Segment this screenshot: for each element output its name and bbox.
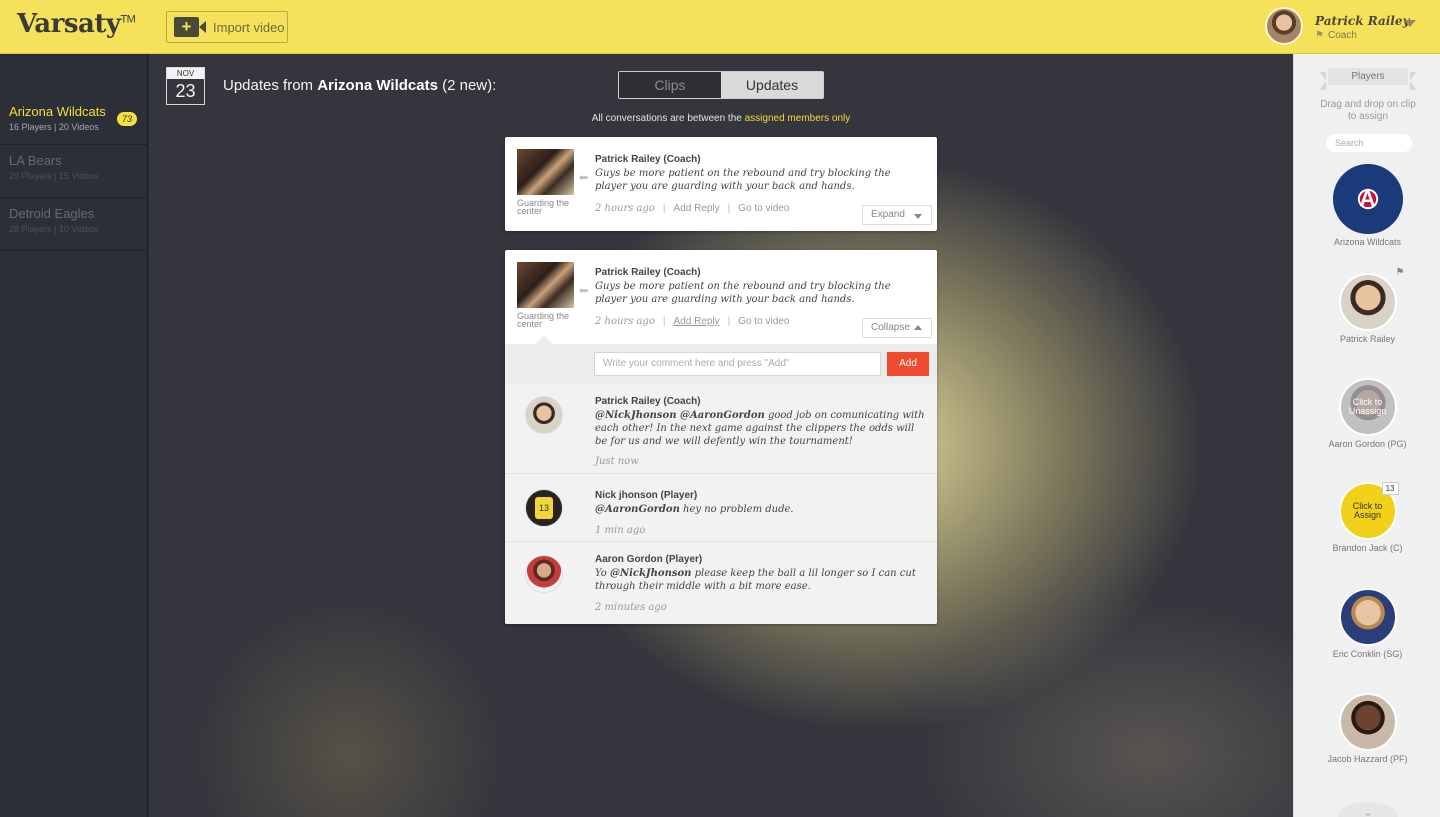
sidebar-item-detroid-eagles[interactable]: Detroid Eagles 28 Players | 10 Videos bbox=[0, 198, 147, 251]
view-toggle: Clips Updates bbox=[618, 71, 824, 99]
user-menu[interactable]: Patrick Railey ⚑ Coach bbox=[1265, 7, 1440, 47]
top-bar: VarsatyTM + Import video Patrick Railey … bbox=[0, 0, 1440, 54]
player-eric-conklin[interactable]: Eric Conklin (SG) bbox=[1294, 588, 1440, 659]
avatar: 13 bbox=[525, 489, 563, 527]
collapse-button[interactable]: Collapse bbox=[862, 318, 932, 338]
add-reply-link[interactable]: Add Reply bbox=[674, 316, 720, 327]
main-area: NOV 23 Updates from Arizona Wildcats (2 … bbox=[149, 54, 1293, 817]
reply-arrow-icon: ⬅ bbox=[579, 172, 589, 184]
comment-compose: Write your comment here and press "Add" … bbox=[505, 335, 937, 384]
app-logo[interactable]: VarsatyTM bbox=[17, 9, 136, 39]
sidebar-item-la-bears[interactable]: LA Bears 20 Players | 15 Videos bbox=[0, 145, 147, 198]
player-brandon-jack[interactable]: Click to Assign 13 Brandon Jack (C) bbox=[1294, 482, 1440, 553]
video-camera-icon: + bbox=[174, 17, 206, 37]
reply-item: Aaron Gordon (Player) Yo @NickJhonson pl… bbox=[505, 542, 937, 624]
players-panel: Players Drag and drop on clip to assign … bbox=[1293, 54, 1440, 817]
chevron-down-icon[interactable] bbox=[1404, 20, 1416, 27]
page-title: Updates from Arizona Wildcats (2 new): bbox=[223, 77, 497, 94]
avatar bbox=[1338, 588, 1397, 646]
clip-caption: Guarding the center bbox=[517, 311, 570, 329]
clip-thumbnail[interactable] bbox=[517, 149, 574, 195]
sidebar-item-arizona-wildcats[interactable]: Arizona Wildcats 16 Players | 20 Videos … bbox=[0, 54, 147, 145]
tab-clips[interactable]: Clips bbox=[619, 72, 721, 98]
player-jacob-hazzard[interactable]: Jacob Hazzard (PF) bbox=[1294, 693, 1440, 764]
team-logo: A bbox=[1332, 164, 1403, 234]
players-ribbon: Players bbox=[1320, 68, 1416, 90]
comment-text: Guys be more patient on the rebound and … bbox=[595, 168, 891, 192]
drag-hint: Drag and drop on clip to assign bbox=[1320, 99, 1416, 122]
player-aaron-gordon[interactable]: Click to Unassign Aaron Gordon (PG) bbox=[1294, 378, 1440, 449]
scroll-down-icon[interactable]: ⌄ bbox=[1338, 802, 1398, 817]
avatar: ⚑ bbox=[1338, 267, 1405, 331]
reply-item: Patrick Railey (Coach) @NickJhonson @Aar… bbox=[505, 384, 937, 474]
comment-text: Guys be more patient on the rebound and … bbox=[595, 281, 891, 305]
clip-thumbnail[interactable] bbox=[517, 262, 574, 308]
expand-button[interactable]: Expand bbox=[862, 205, 932, 225]
comment-input[interactable]: Write your comment here and press "Add" bbox=[594, 352, 881, 376]
notification-badge: 73 bbox=[116, 112, 137, 126]
team-sidebar: Arizona Wildcats 16 Players | 20 Videos … bbox=[0, 54, 148, 817]
user-name: Patrick Railey bbox=[1315, 14, 1410, 28]
clip-caption: Guarding the center bbox=[517, 198, 570, 216]
user-role: ⚑ Coach bbox=[1315, 30, 1357, 41]
jersey-icon: 13 bbox=[535, 497, 553, 519]
avatar bbox=[1338, 693, 1397, 751]
comment-author: Patrick Railey (Coach) bbox=[595, 154, 701, 165]
date-badge: NOV 23 bbox=[166, 67, 205, 105]
avatar bbox=[525, 555, 563, 593]
tab-updates[interactable]: Updates bbox=[721, 72, 823, 98]
comment-meta: 2 hours ago | Add Reply | Go to video bbox=[595, 316, 790, 327]
go-to-video-link[interactable]: Go to video bbox=[738, 203, 789, 214]
chevron-up-icon bbox=[914, 325, 922, 330]
jersey-icon: 13 bbox=[1381, 482, 1399, 495]
user-avatar bbox=[1265, 7, 1303, 45]
whistle-icon: ⚑ bbox=[1315, 30, 1324, 41]
player-team-logo[interactable]: A Arizona Wildcats bbox=[1294, 164, 1440, 247]
avatar bbox=[525, 396, 563, 434]
assigned-members-link[interactable]: assigned members only bbox=[745, 113, 851, 124]
go-to-video-link[interactable]: Go to video bbox=[738, 316, 789, 327]
reply-item: 13 Nick jhonson (Player) @AaronGordon he… bbox=[505, 474, 937, 542]
chevron-down-icon bbox=[914, 214, 922, 219]
player-search-input[interactable]: Search bbox=[1326, 134, 1412, 152]
add-comment-button[interactable]: Add bbox=[887, 352, 929, 376]
player-patrick-railey[interactable]: ⚑ Patrick Railey bbox=[1294, 267, 1440, 344]
comment-author: Patrick Railey (Coach) bbox=[595, 267, 701, 278]
comment-meta: 2 hours ago | Add Reply | Go to video bbox=[595, 203, 790, 214]
unassign-overlay[interactable]: Click to Unassign bbox=[1340, 380, 1395, 434]
reply-arrow-icon: ⬅ bbox=[579, 285, 589, 297]
whistle-icon: ⚑ bbox=[1395, 267, 1405, 278]
privacy-notice: All conversations are between the assign… bbox=[591, 113, 851, 124]
import-video-button[interactable]: + Import video bbox=[166, 11, 288, 43]
avatar: Click to Assign 13 bbox=[1338, 482, 1399, 540]
update-card: Guarding the center ⬅ Patrick Railey (Co… bbox=[505, 137, 937, 231]
add-reply-link[interactable]: Add Reply bbox=[674, 203, 720, 214]
update-card-expanded: Guarding the center ⬅ Patrick Railey (Co… bbox=[505, 250, 937, 624]
avatar: Click to Unassign bbox=[1338, 378, 1397, 436]
